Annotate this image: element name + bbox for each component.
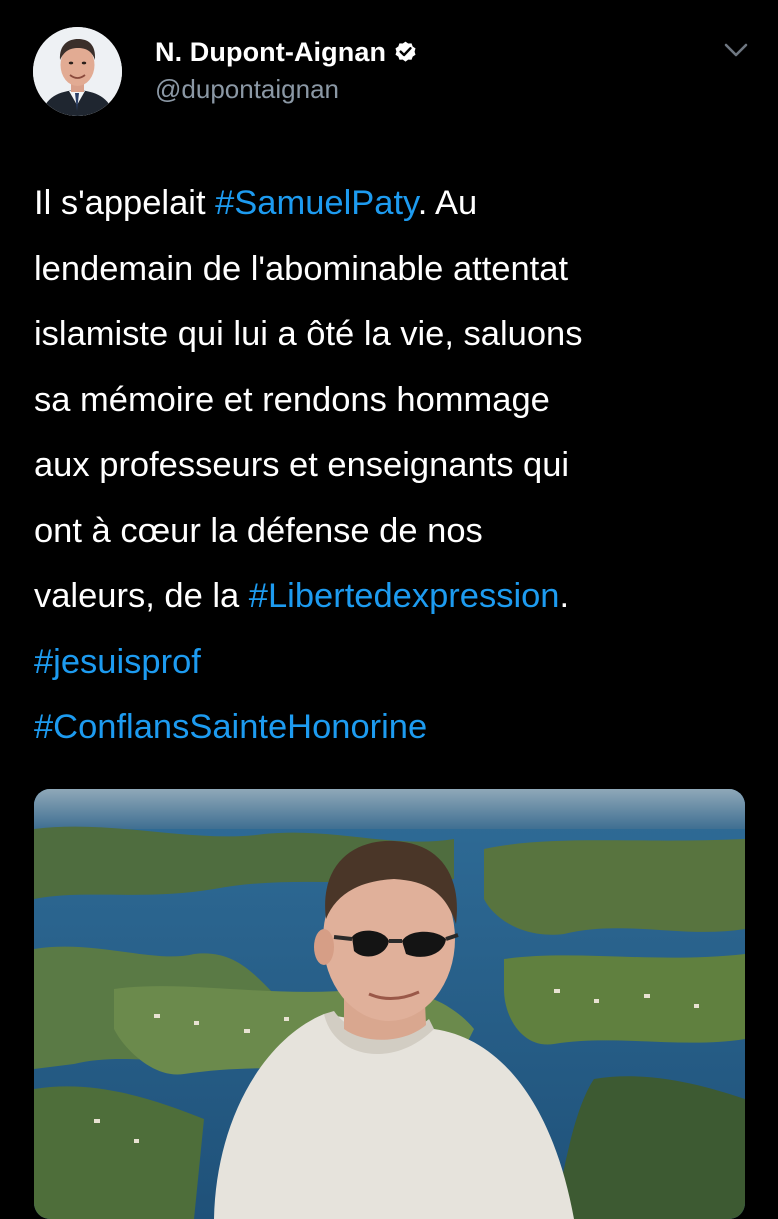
tweet-text-line: #ConflansSainteHonorine <box>34 695 754 761</box>
tweet-text-segment: . Au <box>417 184 478 222</box>
tweet-text-line: islamiste qui lui a ôté la vie, saluons <box>34 302 754 368</box>
author-block: N. Dupont-Aignan @dupontaignan <box>155 36 418 105</box>
hashtag-link[interactable]: #SamuelPaty <box>215 184 418 222</box>
tweet-text-line: #jesuisprof <box>34 630 754 696</box>
tweet-media-photo[interactable] <box>34 789 745 1219</box>
photo-image <box>34 789 745 1219</box>
tweet-text-segment: islamiste qui lui a ôté la vie, saluons <box>34 315 583 353</box>
hashtag-link[interactable]: #Libertedexpression <box>249 577 560 615</box>
tweet-text-line: lendemain de l'abominable attentat <box>34 237 754 303</box>
tweet-text-segment: lendemain de l'abominable attentat <box>34 249 569 288</box>
tweet-text-line: aux professeurs et enseignants qui <box>34 433 754 499</box>
author-display-name[interactable]: N. Dupont-Aignan <box>155 37 386 68</box>
tweet-text: Il s'appelait #SamuelPaty. Au lendemain d… <box>34 171 754 761</box>
author-avatar[interactable] <box>33 27 122 116</box>
tweet-text-segment: . <box>559 577 570 615</box>
chevron-down-icon <box>724 43 748 57</box>
tweet-text-segment: sa mémoire et rendons hommage <box>34 380 550 419</box>
tweet-text-line: Il s'appelait #SamuelPaty. Au <box>34 171 754 237</box>
verified-badge-icon <box>393 40 418 65</box>
name-row: N. Dupont-Aignan <box>155 36 418 68</box>
tweet-text-segment: aux professeurs et enseignants qui <box>34 446 570 484</box>
tweet: N. Dupont-Aignan @dupontaignan Il s'appe… <box>0 0 778 1219</box>
author-handle[interactable]: @dupontaignan <box>155 74 418 105</box>
tweet-text-segment: valeurs, de la <box>34 577 249 615</box>
more-options-button[interactable] <box>716 30 756 70</box>
tweet-text-line: ont à cœur la défense de nos <box>34 499 754 565</box>
tweet-text-line: valeurs, de la #Libertedexpression. <box>34 564 754 630</box>
hashtag-link[interactable]: #jesuisprof <box>34 643 201 681</box>
avatar-photo-icon <box>33 27 122 116</box>
tweet-text-segment: ont à cœur la défense de nos <box>34 511 483 550</box>
tweet-text-line: sa mémoire et rendons hommage <box>34 368 754 434</box>
tweet-text-segment: Il s'appelait <box>34 184 216 222</box>
hashtag-link[interactable]: #ConflansSainteHonorine <box>34 708 427 746</box>
